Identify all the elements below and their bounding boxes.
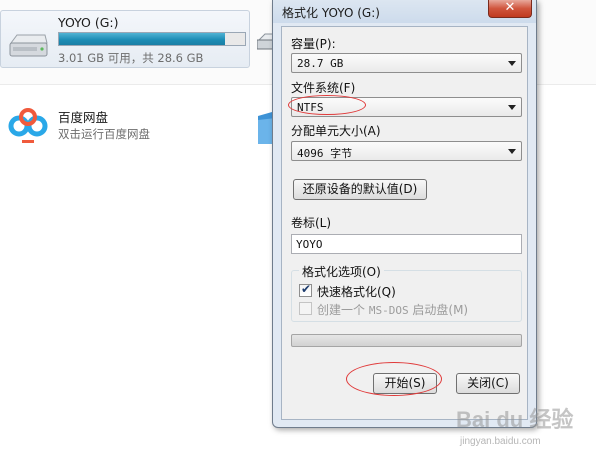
- filesystem-label: 文件系统(F): [291, 81, 356, 95]
- drive-space-caption: 3.01 GB 可用，共 28.6 GB: [58, 51, 204, 65]
- format-progress-bar: [291, 334, 522, 347]
- usb-drive-icon: [9, 34, 48, 57]
- allocation-label: 分配单元大小(A): [291, 124, 381, 138]
- watermark-brand: Bai du 经验: [456, 407, 574, 432]
- dialog-body: 容量(P): 28.7 GB 文件系统(F) NTFS 分配单元大小(A) 40…: [281, 26, 528, 420]
- drive-title: YOYO (G:): [58, 15, 119, 30]
- capacity-label: 容量(P):: [291, 37, 336, 51]
- msdos-boot-label: 创建一个 MS-DOS 启动盘(M): [317, 303, 469, 317]
- annotation-oval-filesystem: [288, 95, 366, 115]
- quick-format-checkbox[interactable]: ✔: [299, 282, 312, 297]
- annotation-oval-start: [346, 362, 442, 396]
- allocation-value: 4096 字节: [297, 147, 353, 160]
- app-description: 双击运行百度网盘: [58, 127, 150, 141]
- app-name: 百度网盘: [58, 110, 109, 125]
- chevron-down-icon: [508, 105, 516, 110]
- volume-label: 卷标(L): [291, 216, 332, 230]
- capacity-value: 28.7 GB: [297, 57, 344, 70]
- dialog-title: 格式化 YOYO (G:): [282, 6, 380, 20]
- watermark: Bai du 经验 jingyan.baidu.com: [448, 402, 596, 458]
- checkmark-icon: ✔: [301, 282, 312, 296]
- baidu-netdisk-icon: [6, 104, 50, 148]
- msdos-boot-option: 创建一个 MS-DOS 启动盘(M): [299, 301, 519, 317]
- chevron-down-icon: [508, 61, 516, 66]
- restore-defaults-button[interactable]: 还原设备的默认值(D): [293, 179, 427, 200]
- close-icon: ✕: [504, 0, 516, 15]
- close-dialog-button[interactable]: 关闭(C): [456, 373, 520, 394]
- quick-format-option[interactable]: ✔ 快速格式化(Q): [299, 282, 519, 299]
- drive-usage-fill: [59, 33, 226, 45]
- close-button[interactable]: ✕: [488, 0, 532, 18]
- capacity-select[interactable]: 28.7 GB: [291, 53, 522, 73]
- drive-usage-bar: [58, 32, 246, 46]
- volume-label-value: YOYO: [296, 238, 323, 251]
- msdos-boot-checkbox: [299, 302, 312, 315]
- watermark-url: jingyan.baidu.com: [460, 436, 541, 447]
- drive-tile-yoyo[interactable]: YOYO (G:) 3.01 GB 可用，共 28.6 GB: [0, 10, 250, 68]
- app-item-baidu-netdisk[interactable]: 百度网盘 双击运行百度网盘: [6, 104, 206, 154]
- quick-format-label: 快速格式化(Q): [317, 285, 396, 299]
- chevron-down-icon: [508, 149, 516, 154]
- format-options-legend: 格式化选项(O): [299, 263, 384, 280]
- dialog-titlebar[interactable]: 格式化 YOYO (G:) ✕: [273, 0, 536, 23]
- volume-label-input[interactable]: YOYO: [291, 234, 522, 254]
- allocation-select[interactable]: 4096 字节: [291, 141, 522, 161]
